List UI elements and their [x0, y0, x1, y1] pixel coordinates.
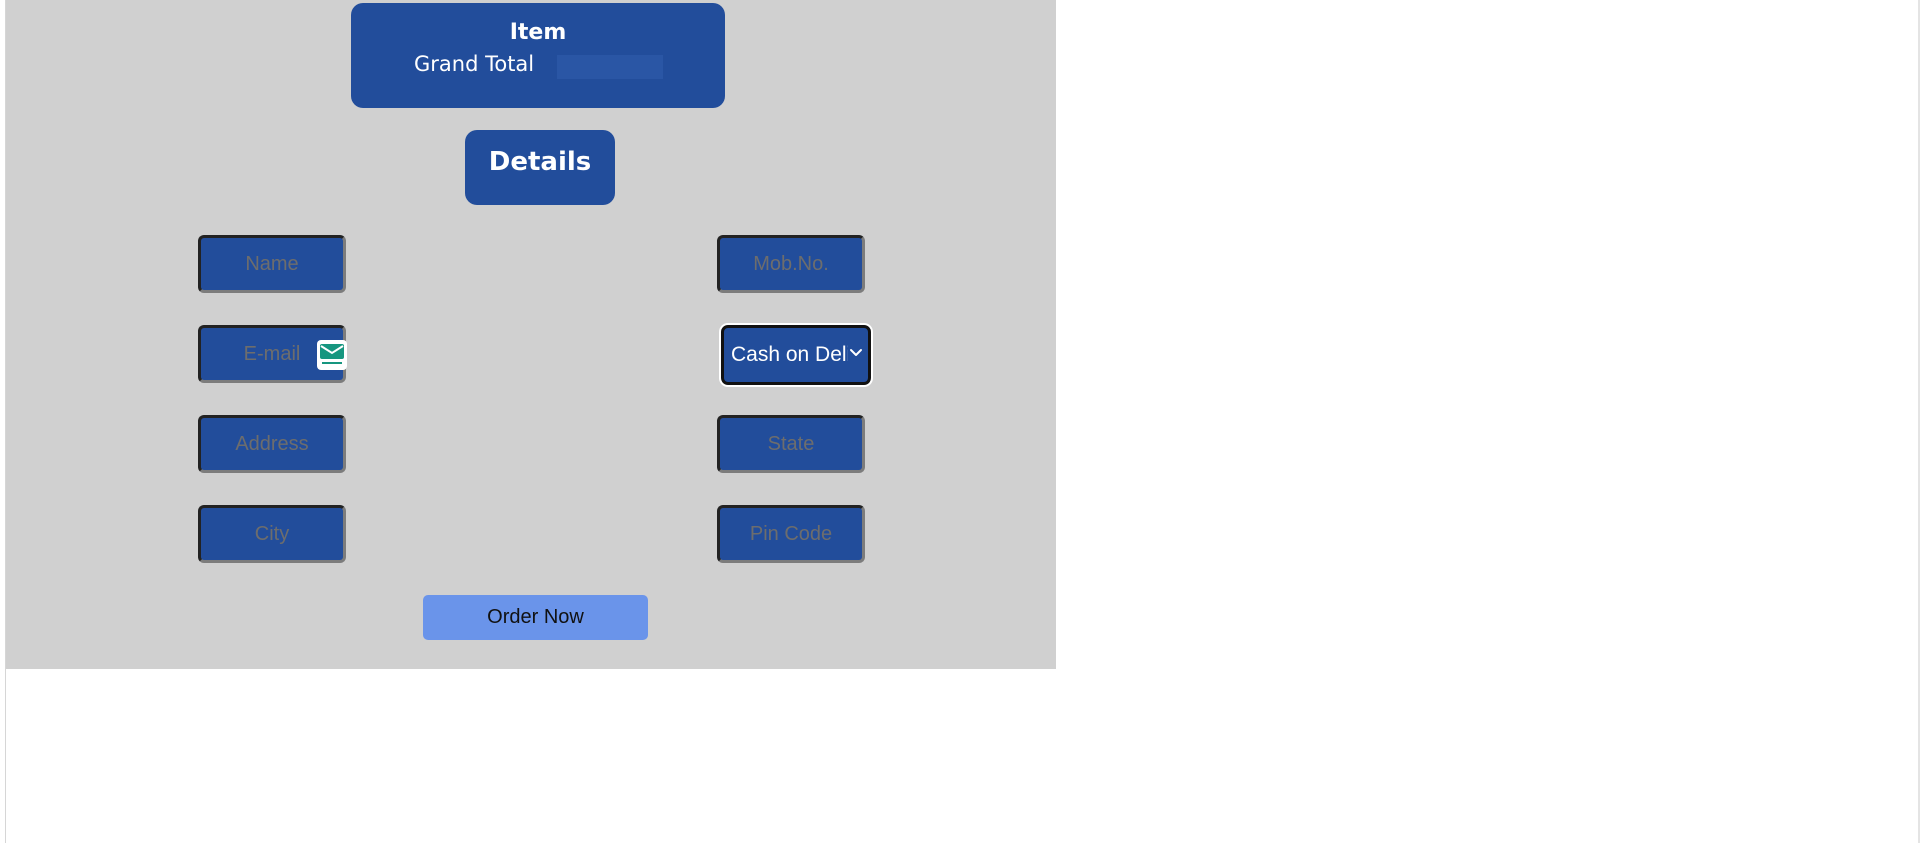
summary-title: Item	[509, 20, 567, 45]
payment-method-select[interactable]: Cash on Delivery	[721, 325, 871, 385]
payment-method-selected-value: Cash on Delivery	[731, 343, 848, 366]
order-now-button[interactable]: Order Now	[423, 595, 648, 640]
chevron-down-icon	[850, 349, 862, 356]
pin-code-field[interactable]	[717, 505, 865, 563]
name-field[interactable]	[198, 235, 346, 293]
order-summary-box: Item Grand Total	[351, 3, 725, 108]
grand-total-value	[557, 55, 663, 79]
address-field[interactable]	[198, 415, 346, 473]
details-heading: Details	[465, 130, 615, 205]
grand-total-label: Grand Total	[414, 52, 535, 76]
state-field[interactable]	[717, 415, 865, 473]
mobile-number-field[interactable]	[717, 235, 865, 293]
mail-icon[interactable]	[317, 340, 347, 370]
city-field[interactable]	[198, 505, 346, 563]
order-form-panel: Item Grand Total Details Cash on Deliver…	[6, 0, 1056, 669]
